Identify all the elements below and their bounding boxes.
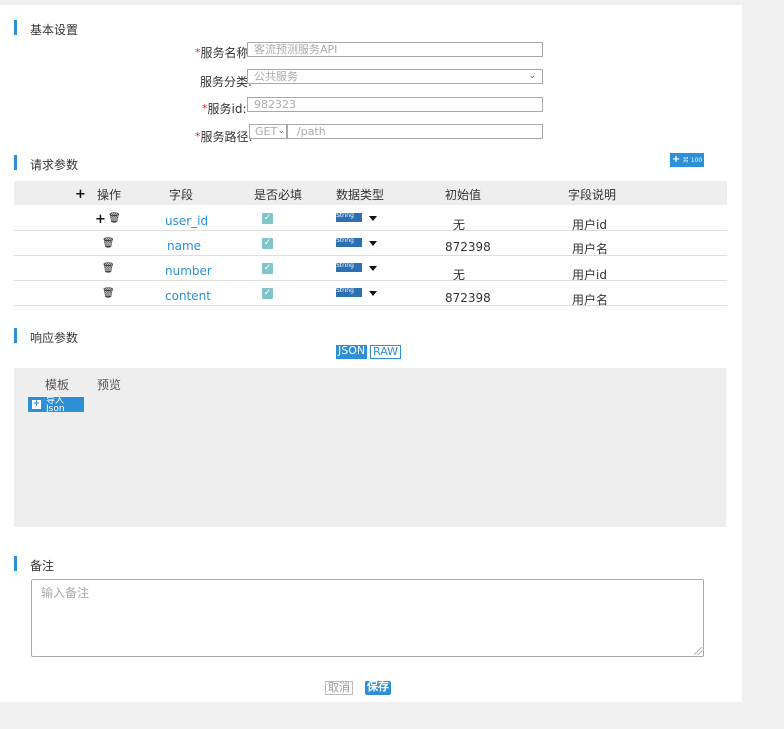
response-params-title: 响应参数	[14, 328, 78, 346]
format-json-toggle[interactable]: JSON	[336, 345, 368, 359]
path-input[interactable]: /path	[287, 124, 543, 139]
table-row: + 🗑 user_id ✓ String 无 用户id	[14, 206, 727, 232]
format-raw-toggle[interactable]: RAW	[370, 345, 401, 359]
field-description: 用户名	[572, 242, 609, 256]
field-name[interactable]: number	[165, 264, 212, 278]
required-checkbox[interactable]: ✓	[262, 213, 273, 224]
default-value: 872398	[445, 240, 491, 254]
type-select[interactable]: String	[336, 213, 362, 222]
caret-down-icon[interactable]	[369, 216, 377, 221]
default-value: 872398	[445, 291, 491, 305]
add-row-icon[interactable]: +	[75, 188, 86, 201]
add-child-icon[interactable]: +	[95, 213, 106, 226]
request-table-header: + 操作 字段 是否必填 数据类型 初始值 字段说明	[14, 181, 727, 205]
method-select[interactable]: GET ⌄	[249, 124, 287, 139]
resize-grip-icon[interactable]	[694, 647, 702, 655]
field-description: 用户名	[572, 293, 609, 307]
chevron-down-icon: ⌄	[528, 71, 536, 81]
trash-icon[interactable]: 🗑	[102, 288, 115, 299]
column-header: 操作	[97, 188, 122, 202]
trash-icon[interactable]: 🗑	[102, 263, 115, 274]
add-param-button[interactable]: + 另 100	[670, 153, 704, 167]
table-row: 🗑 name ✓ String 872398 用户名	[14, 231, 727, 256]
column-header: 数据类型	[336, 188, 385, 202]
service-name-label: *服务名称:	[195, 46, 253, 60]
field-name[interactable]: user_id	[165, 214, 208, 228]
caret-down-icon[interactable]	[369, 266, 377, 271]
service-category-select[interactable]: 公共服务 ⌄	[247, 69, 543, 84]
caret-down-icon[interactable]	[369, 291, 377, 296]
column-header: 初始值	[445, 188, 482, 202]
column-header: 字段说明	[568, 188, 617, 202]
required-checkbox[interactable]: ✓	[262, 238, 273, 249]
service-category-label: 服务分类:	[200, 75, 252, 89]
basic-settings-title: 基本设置	[14, 20, 78, 38]
service-name-input[interactable]: 客流预测服务API	[247, 42, 543, 57]
response-editor-area: 模板 预览 + 导入 Json	[14, 368, 726, 527]
type-select[interactable]: String	[336, 238, 362, 247]
service-path-label: *服务路径:	[195, 130, 253, 144]
field-name[interactable]: name	[167, 239, 201, 253]
field-name[interactable]: content	[165, 289, 211, 303]
type-select[interactable]: String	[336, 263, 362, 272]
required-checkbox[interactable]: ✓	[262, 263, 273, 274]
column-header: 字段	[169, 188, 194, 202]
tab-preview[interactable]: 预览	[97, 376, 121, 393]
type-select[interactable]: String	[336, 288, 362, 297]
table-row: 🗑 number ✓ String 无 用户id	[14, 256, 727, 282]
service-id-input[interactable]: 982323	[247, 97, 543, 112]
trash-icon[interactable]: 🗑	[108, 213, 121, 224]
service-id-label: *服务id:	[202, 102, 247, 116]
required-checkbox[interactable]: ✓	[262, 288, 273, 299]
caret-down-icon[interactable]	[369, 241, 377, 246]
trash-icon[interactable]: 🗑	[102, 238, 115, 249]
table-row: 🗑 content ✓ String 872398 用户名	[14, 281, 727, 307]
notes-title: 备注	[14, 556, 54, 574]
save-button[interactable]: 保存	[365, 681, 391, 695]
notes-placeholder: 输入备注	[41, 586, 90, 600]
chevron-down-icon: ⌄	[277, 126, 285, 136]
column-header: 是否必填	[254, 188, 303, 202]
cancel-button[interactable]: 取消	[325, 681, 353, 695]
plus-square-icon: +	[32, 399, 41, 409]
notes-textarea[interactable]: 输入备注	[31, 579, 704, 657]
tab-template[interactable]: 模板	[45, 376, 69, 393]
request-params-title: 请求参数	[14, 155, 78, 173]
import-json-button[interactable]: + 导入 Json	[28, 397, 84, 412]
